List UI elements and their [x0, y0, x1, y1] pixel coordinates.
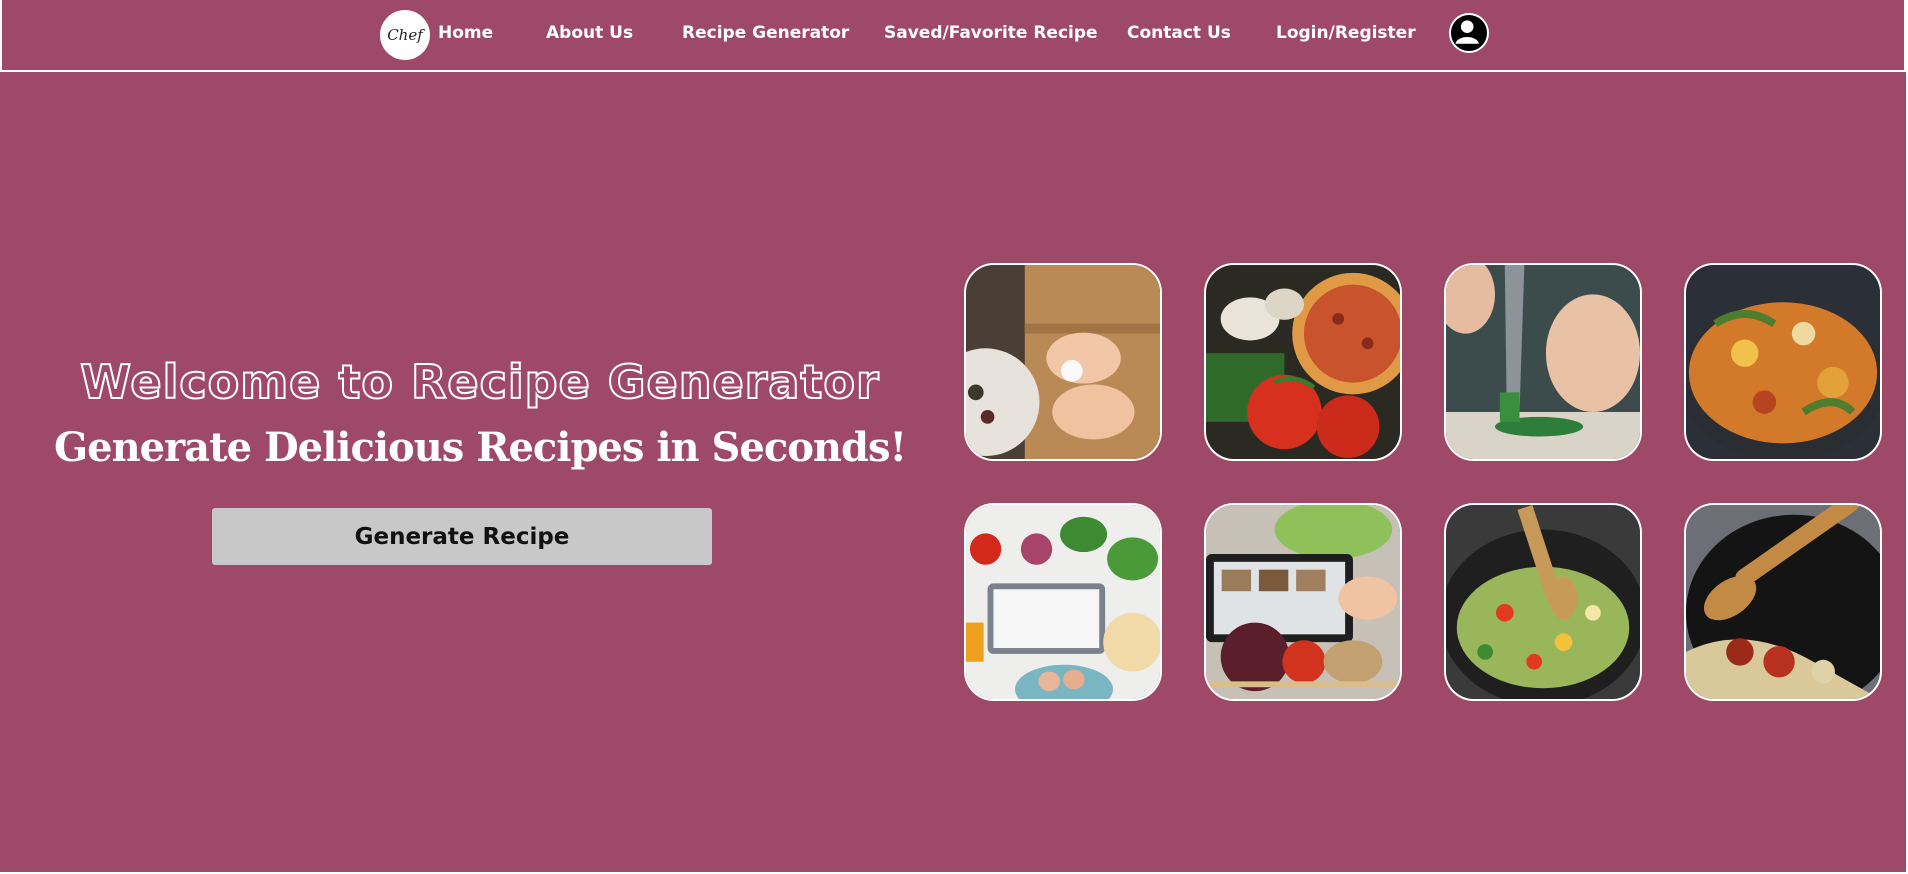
gallery-image-tablet-recipe-vegetables: [1204, 503, 1402, 701]
nav-home[interactable]: Home: [438, 23, 493, 43]
gallery-image-pizza-tomatoes-mushrooms: [1204, 263, 1402, 461]
gallery-image-stir-fry-pan: [1684, 263, 1882, 461]
nav-recipe-generator[interactable]: Recipe Generator: [682, 23, 849, 43]
gallery-image-knife-chopping-greens: [1444, 263, 1642, 461]
hero-title: Welcome to Recipe Generator: [79, 354, 880, 410]
user-icon[interactable]: [1449, 13, 1489, 53]
user-icon-glyph: [1455, 20, 1479, 44]
nav-about-us[interactable]: About Us: [546, 23, 633, 43]
navbar: Chef Home About Us Recipe Generator Save…: [0, 0, 1906, 72]
gallery-image-hands-shaping-dough: [964, 263, 1162, 461]
page: Chef Home About Us Recipe Generator Save…: [0, 0, 1908, 874]
nav-saved-favorite-recipe[interactable]: Saved/Favorite Recipe: [884, 23, 1098, 43]
generate-recipe-button[interactable]: Generate Recipe: [212, 508, 712, 565]
gallery-image-vegetables-tablet-eggs: [964, 503, 1162, 701]
logo[interactable]: Chef: [380, 10, 430, 60]
nav-login-register[interactable]: Login/Register: [1276, 23, 1416, 43]
logo-text: Chef: [387, 26, 423, 44]
gallery-image-wok-vegetables-spoon: [1444, 503, 1642, 701]
hero-subtitle: Generate Delicious Recipes in Seconds!: [53, 424, 907, 471]
gallery-image-pan-spices-spoon: [1684, 503, 1882, 701]
nav-contact-us[interactable]: Contact Us: [1127, 23, 1231, 43]
